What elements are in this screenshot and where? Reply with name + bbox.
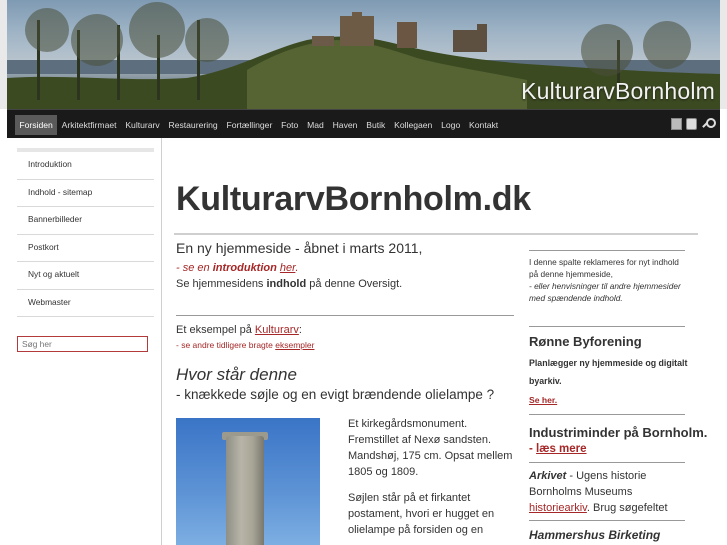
article-paragraph: Et kirkegårdsmonument. Fremstillet af Ne… <box>348 418 513 478</box>
article-body: Et kirkegårdsmonument. Fremstillet af Ne… <box>348 416 518 545</box>
nav-item-kollegaen[interactable]: Kollegaen <box>390 115 437 135</box>
sidebar-item-webmaster[interactable]: Webmaster <box>17 290 154 317</box>
divider <box>176 315 514 316</box>
divider <box>529 520 685 521</box>
sidebar-item-postkort[interactable]: Postkort <box>17 235 154 262</box>
article-paragraph: Søjlen står på et firkantet postament, h… <box>348 492 495 536</box>
intro-period: . <box>295 262 299 274</box>
nav-item-mad[interactable]: Mad <box>303 115 329 135</box>
ad-notice: I denne spalte reklameres for nyt indhol… <box>529 257 679 279</box>
archive-text-end: . Brug søgefeltet <box>586 502 668 514</box>
overview-text-end: på denne Oversigt. <box>306 278 403 290</box>
nav-item-logo[interactable]: Logo <box>437 115 465 135</box>
intro-text: - se en <box>176 262 213 274</box>
divider <box>529 250 685 251</box>
article-subtitle: - knækkede søjle og en evigt brændende o… <box>176 387 495 402</box>
left-sidebar: Introduktion Indhold - sitemap Bannerbil… <box>7 138 162 545</box>
nav-item-restaurering[interactable]: Restaurering <box>164 115 222 135</box>
block-heading: Industriminder på Bornholm. <box>529 425 708 440</box>
block-text: Planlægger ny hjemmeside og digitalt bya… <box>529 358 688 386</box>
overview-bold-text: indhold <box>266 278 307 290</box>
example-text: Et eksempel på <box>176 324 255 336</box>
intro-link[interactable]: her <box>280 262 296 274</box>
monument-photo <box>176 418 320 545</box>
intro-heading: En ny hjemmeside - åbnet i marts 2011, <box>176 240 423 256</box>
overview-text: Se hjemmesidens <box>176 278 267 290</box>
historiearkiv-link[interactable]: historiearkiv <box>529 502 587 514</box>
block-heading: Hammershus Birketing <box>529 528 661 542</box>
page-title: KulturarvBornholm.dk <box>176 180 531 218</box>
pdf-icon[interactable] <box>671 118 682 130</box>
brand-title: KulturarvBornholm <box>521 78 715 104</box>
nav-item-arkitektfirmaet[interactable]: Arkitektfirmaet <box>57 115 121 135</box>
examples-link[interactable]: eksempler <box>275 340 314 350</box>
nav-item-kontakt[interactable]: Kontakt <box>465 115 503 135</box>
nav-item-foto[interactable]: Foto <box>277 115 303 135</box>
banner-edge-left <box>0 0 7 109</box>
intro-line: - se en introduktion her. <box>176 262 298 274</box>
header-banner: KulturarvBornholm <box>0 0 727 109</box>
sidebar-item-indhold-sitemap[interactable]: Indhold - sitemap <box>17 180 154 207</box>
sidebar-item-introduktion[interactable]: Introduktion <box>17 152 154 180</box>
nav-item-butik[interactable]: Butik <box>362 115 390 135</box>
divider <box>174 233 698 235</box>
page-tools <box>671 118 716 130</box>
search-input[interactable] <box>17 336 148 352</box>
example-colon: : <box>298 324 302 336</box>
sidebar-item-bannerbilleder[interactable]: Bannerbilleder <box>17 207 154 235</box>
banner-edge-right <box>720 0 727 109</box>
divider <box>529 414 685 415</box>
block-heading: Rønne Byforening <box>529 334 642 349</box>
article-title: Hvor står denne <box>176 365 297 384</box>
ad-notice-italic: - eller henvisninger til andre hjemmesid… <box>529 281 681 303</box>
nav-item-kulturarv[interactable]: Kulturarv <box>121 115 164 135</box>
example-line: Et eksempel på Kulturarv: <box>176 324 302 336</box>
content-overview-line: Se hjemmesidens indhold på denne Oversig… <box>176 278 402 290</box>
sidebar-item-nyt-og-aktuelt[interactable]: Nyt og aktuelt <box>17 262 154 290</box>
archive-bold: Arkivet <box>529 470 567 482</box>
nav-item-forsiden[interactable]: Forsiden <box>15 115 58 135</box>
print-icon[interactable] <box>686 118 697 130</box>
industriminder-link[interactable]: - læs mere <box>529 443 587 455</box>
read-more-link[interactable]: læs mere <box>536 443 587 455</box>
archive-block: Arkivet - Ugens historie Bornholms Museu… <box>529 468 689 516</box>
nav-item-fortaellinger[interactable]: Fortællinger <box>222 115 277 135</box>
key-icon[interactable] <box>701 118 716 130</box>
examples-text: - se andre tidligere bragte <box>176 340 276 350</box>
main-navigation: Forsiden Arkitektfirmaet Kulturarv Resta… <box>7 109 720 138</box>
kulturarv-link[interactable]: Kulturarv <box>255 324 299 336</box>
divider <box>529 462 685 463</box>
divider <box>529 326 685 327</box>
examples-line: - se andre tidligere bragte eksempler <box>176 340 314 350</box>
byforening-link[interactable]: Se her. <box>529 395 557 405</box>
pillar-shape <box>226 436 264 545</box>
link-dash: - <box>529 443 537 455</box>
nav-item-haven[interactable]: Haven <box>328 115 362 135</box>
intro-bold-text: introduktion <box>212 262 277 274</box>
